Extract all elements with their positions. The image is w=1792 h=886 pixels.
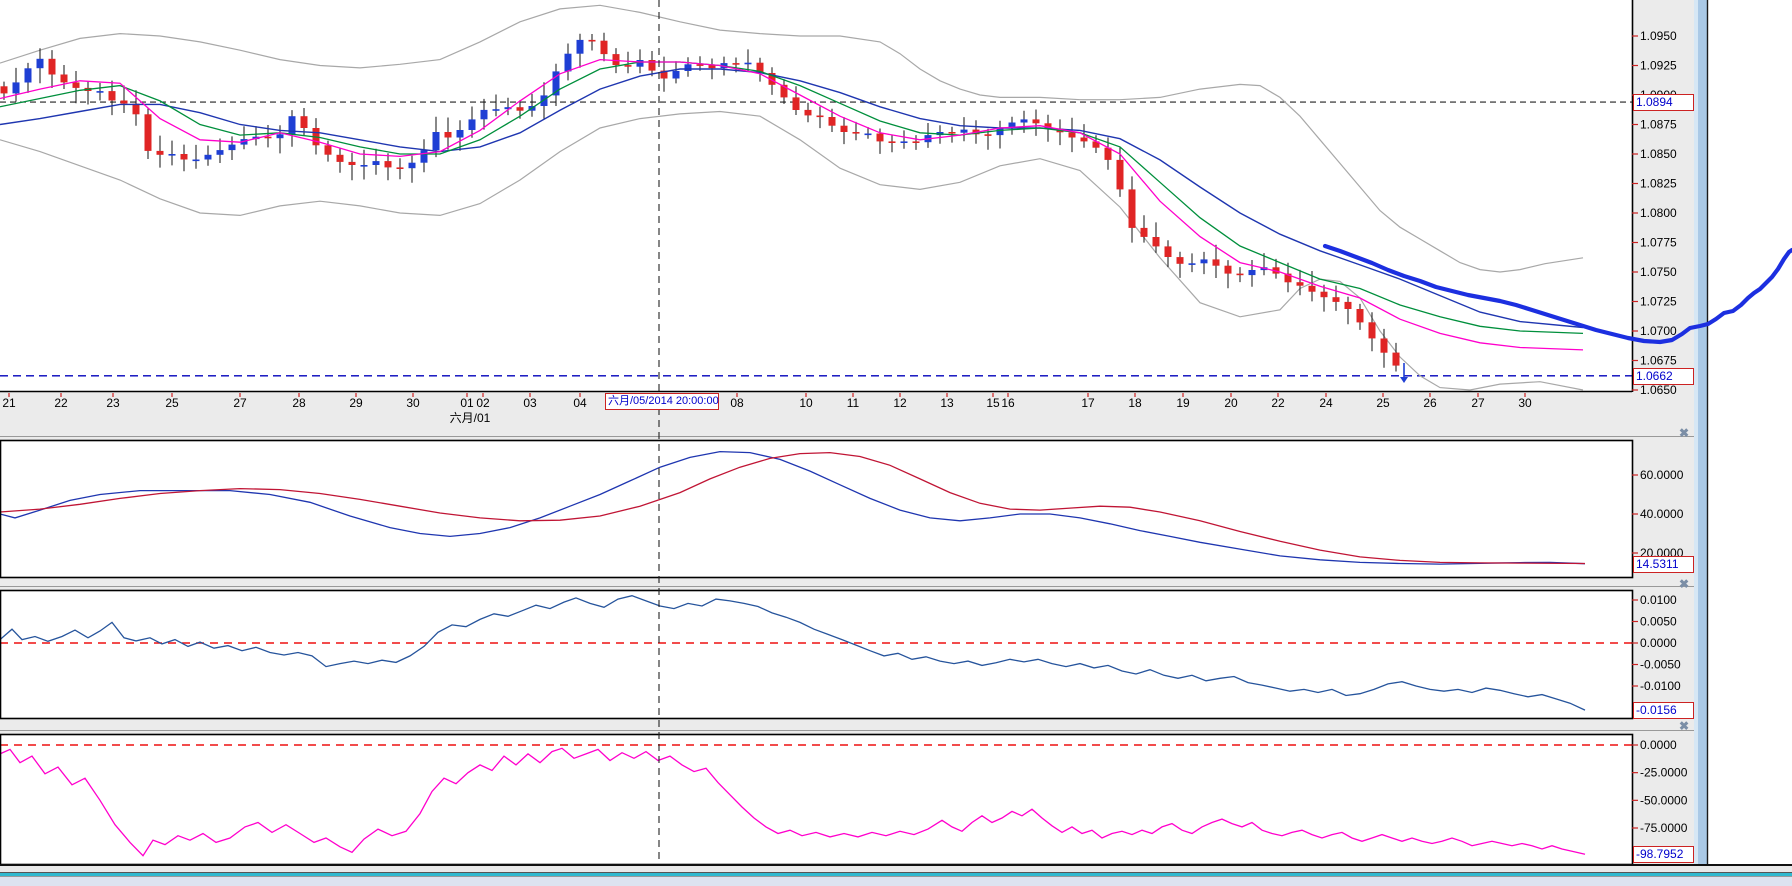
- bottom-chrome: [0, 865, 1792, 886]
- time-tick-label: 30: [406, 396, 420, 410]
- vertical-scrollbar[interactable]: [1694, 0, 1708, 868]
- time-tick-label: 29: [349, 396, 363, 410]
- time-tick-label: 20: [1224, 396, 1238, 410]
- price-tick-label: 1.0775: [1640, 236, 1677, 250]
- price-tag-dashed-level: 1.0894: [1633, 94, 1694, 111]
- time-tick-label: 21: [2, 396, 16, 410]
- time-tick-label: 04: [573, 396, 587, 410]
- indicator-tick-label: 0.0000: [1640, 738, 1677, 752]
- indicator-tick-label: -75.0000: [1640, 821, 1688, 835]
- time-tick-label: 08: [730, 396, 744, 410]
- time-tick-label: 24: [1319, 396, 1333, 410]
- indicator-1-value-tag: 14.5311: [1633, 556, 1694, 573]
- time-tick-label: 27: [233, 396, 247, 410]
- indicator-tick-label: -50.0000: [1640, 793, 1688, 807]
- price-tick-label: 1.0700: [1640, 324, 1677, 338]
- time-tick-label: 12: [893, 396, 907, 410]
- indicator-tick-label: 0.0050: [1640, 615, 1677, 629]
- time-tick-label: 10: [799, 396, 813, 410]
- indicator-1-axis: 60.000040.000020.0000: [1632, 468, 1684, 560]
- indicator-tick-label: 0.0000: [1640, 636, 1677, 650]
- time-tick-label: 03: [523, 396, 537, 410]
- price-tick-label: 1.0825: [1640, 177, 1677, 191]
- date-cursor-tag: 六月/05/2014 20:00:00: [605, 393, 719, 410]
- time-tick-label: 30: [1518, 396, 1532, 410]
- indicator-tick-label: 0.0100: [1640, 593, 1677, 607]
- time-tick-label: 11: [847, 396, 860, 410]
- time-tick-label: 27: [1471, 396, 1485, 410]
- time-tick-label: 22: [54, 396, 68, 410]
- price-tick-label: 1.0750: [1640, 265, 1677, 279]
- time-tick-label: 16: [1001, 396, 1015, 410]
- indicator-2-value-tag: -0.0156: [1633, 702, 1694, 719]
- time-tick-label: 26: [1423, 396, 1437, 410]
- price-tick-label: 1.0675: [1640, 354, 1677, 368]
- price-tick-label: 1.0875: [1640, 118, 1677, 132]
- price-tag-current: 1.0662: [1633, 368, 1694, 385]
- price-tick-label: 1.0925: [1640, 59, 1677, 73]
- time-tick-label: 17: [1081, 396, 1095, 410]
- time-tick-label: 28: [292, 396, 306, 410]
- price-tick-label: 1.0800: [1640, 206, 1677, 220]
- close-indicator-3-button[interactable]: ✖: [1676, 720, 1692, 733]
- time-tick-label: 18: [1128, 396, 1142, 410]
- indicator-tick-label: 60.0000: [1640, 468, 1684, 482]
- time-tick-label: 25: [165, 396, 179, 410]
- close-indicator-1-button[interactable]: ✖: [1676, 427, 1692, 440]
- indicator-tick-label: -25.0000: [1640, 766, 1688, 780]
- trading-chart-window: 1.09501.09251.09001.08751.08501.08251.08…: [0, 0, 1792, 886]
- time-tick-label: 02: [476, 396, 490, 410]
- price-tick-label: 1.0850: [1640, 147, 1677, 161]
- indicator-tick-label: 40.0000: [1640, 507, 1684, 521]
- price-tick-label: 1.0650: [1640, 383, 1677, 397]
- time-tick-label: 25: [1376, 396, 1390, 410]
- chart-canvas[interactable]: 1.09501.09251.09001.08751.08501.08251.08…: [0, 0, 1792, 886]
- price-tick-label: 1.0950: [1640, 29, 1677, 43]
- time-tick-label: 22: [1271, 396, 1285, 410]
- indicator-3-value-tag: -98.7952: [1633, 846, 1694, 863]
- time-tick-label: 01: [460, 396, 474, 410]
- time-tick-label: 15: [986, 396, 1000, 410]
- month-label: 六月/01: [450, 411, 491, 425]
- time-tick-label: 13: [940, 396, 954, 410]
- time-tick-label: 19: [1176, 396, 1190, 410]
- close-indicator-2-button[interactable]: ✖: [1676, 578, 1692, 591]
- time-tick-label: 23: [106, 396, 120, 410]
- price-tick-label: 1.0725: [1640, 295, 1677, 309]
- indicator-tick-label: -0.0050: [1640, 658, 1681, 672]
- indicator-tick-label: -0.0100: [1640, 679, 1681, 693]
